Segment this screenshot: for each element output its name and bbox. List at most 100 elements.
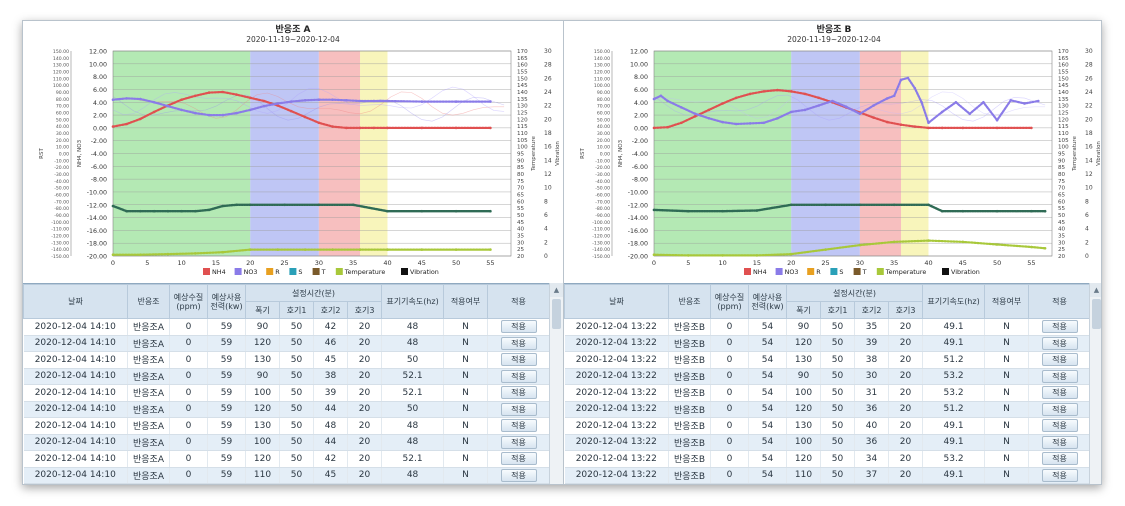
cell-tank: 반응조B bbox=[668, 434, 711, 451]
cell-date: 2020-12-04 13:22 bbox=[564, 434, 669, 451]
cell-date: 2020-12-04 14:10 bbox=[23, 467, 128, 484]
cell-anox2: 48 bbox=[313, 417, 348, 435]
apply-button[interactable]: 적용 bbox=[1041, 369, 1078, 383]
data-point-vibration bbox=[454, 209, 458, 213]
apply-button[interactable]: 적용 bbox=[1041, 419, 1078, 433]
table-row[interactable]: 2020-12-04 14:10 반응조A 0 59 120 50 46 20 48 N 적용 bbox=[23, 335, 551, 352]
table-row[interactable]: 2020-12-04 13:22 반응조B 0 54 90 50 30 20 53.2 N 적용 bbox=[564, 368, 1092, 385]
cell-anox3: 20 bbox=[888, 335, 924, 352]
cell-anox1: 50 bbox=[279, 384, 314, 402]
apply-button[interactable]: 적용 bbox=[1041, 386, 1078, 400]
table-row[interactable]: 2020-12-04 13:22 반응조B 0 54 110 50 37 20 49.1 N 적용 bbox=[564, 467, 1092, 484]
data-point-temperature bbox=[721, 254, 724, 257]
scroll-thumb[interactable] bbox=[552, 299, 561, 329]
cell-applied: N bbox=[443, 384, 489, 402]
table-row[interactable]: 2020-12-04 14:10 반응조A 0 59 110 50 45 20 48 N 적용 bbox=[23, 467, 551, 484]
table-row[interactable]: 2020-12-04 13:22 반응조B 0 54 120 50 34 20 53.2 N 적용 bbox=[564, 450, 1092, 468]
table-row[interactable]: 2020-12-04 14:10 반응조A 0 59 90 50 38 20 52.1 N 적용 bbox=[23, 368, 551, 385]
tank-a-table-container[interactable]: 날짜 반응조 예상수질 (ppm) 예상사용 전력(kw) 설정시간(분) 표기… bbox=[23, 283, 563, 484]
legend-swatch bbox=[203, 268, 210, 275]
table-row[interactable]: 2020-12-04 13:22 반응조B 0 54 100 50 31 20 53.2 N 적용 bbox=[564, 384, 1092, 402]
scroll-up-icon[interactable]: ▲ bbox=[1090, 283, 1101, 297]
apply-button[interactable]: 적용 bbox=[500, 386, 537, 400]
apply-button[interactable]: 적용 bbox=[500, 402, 537, 416]
cell-date: 2020-12-04 13:22 bbox=[564, 368, 669, 385]
temp-tick-label: 140 bbox=[517, 90, 528, 96]
table-row[interactable]: 2020-12-04 13:22 반응조B 0 54 90 50 35 20 49.1 N 적용 bbox=[564, 318, 1092, 336]
cell-applied: N bbox=[984, 384, 1030, 402]
temp-tick-label: 85 bbox=[517, 165, 525, 171]
rst-tick-label: -10.00 bbox=[54, 158, 69, 164]
apply-button[interactable]: 적용 bbox=[1041, 452, 1078, 466]
table-row[interactable]: 2020-12-04 13:22 반응조B 0 54 130 50 38 20 51.2 N 적용 bbox=[564, 351, 1092, 369]
vib-tick-label: 10 bbox=[544, 185, 552, 192]
temp-tick-label: 85 bbox=[1058, 165, 1066, 171]
vib-tick-label: 28 bbox=[1085, 62, 1093, 69]
vib-tick-label: 12 bbox=[1085, 171, 1093, 178]
table-row[interactable]: 2020-12-04 14:10 반응조A 0 59 120 50 44 20 50 N 적용 bbox=[23, 401, 551, 418]
x-tick-label: 45 bbox=[959, 259, 967, 267]
data-point-no3 bbox=[858, 112, 862, 116]
cell-tank: 반응조A bbox=[127, 335, 170, 352]
table-row[interactable]: 2020-12-04 13:22 반응조B 0 54 130 50 40 20 49.1 N 적용 bbox=[564, 417, 1092, 435]
cell-freq: 51.2 bbox=[922, 401, 986, 418]
table-row[interactable]: 2020-12-04 14:10 반응조A 0 59 100 50 39 20 52.1 N 적용 bbox=[23, 384, 551, 402]
tank-b-table: 날짜 반응조 예상수질 (ppm) 예상사용 전력(kw) 설정시간(분) 표기… bbox=[564, 284, 1092, 484]
apply-button[interactable]: 적용 bbox=[1041, 353, 1078, 367]
apply-button[interactable]: 적용 bbox=[500, 468, 537, 482]
apply-button[interactable]: 적용 bbox=[1041, 320, 1078, 334]
data-point-vibration bbox=[317, 203, 321, 207]
table-row[interactable]: 2020-12-04 14:10 반응조A 0 59 130 50 45 20 50 N 적용 bbox=[23, 351, 551, 369]
data-point-vibration bbox=[386, 209, 389, 213]
x-tick-label: 35 bbox=[349, 259, 357, 267]
apply-button[interactable]: 적용 bbox=[1041, 336, 1078, 350]
table-row[interactable]: 2020-12-04 13:22 반응조B 0 54 100 50 36 20 49.1 N 적용 bbox=[564, 434, 1092, 451]
apply-button[interactable]: 적용 bbox=[500, 452, 537, 466]
rst-tick-label: 80.00 bbox=[597, 97, 610, 103]
cell-date: 2020-12-04 14:10 bbox=[23, 351, 128, 369]
data-point-temperature bbox=[652, 253, 656, 256]
table-row[interactable]: 2020-12-04 14:10 반응조A 0 59 120 50 42 20 52.1 N 적용 bbox=[23, 450, 551, 468]
cell-quality: 0 bbox=[710, 318, 749, 336]
nh4-no3-axis-label: NH4, NO3 bbox=[618, 139, 624, 167]
temp-tick-label: 105 bbox=[1058, 138, 1069, 144]
cell-anox3: 20 bbox=[888, 467, 924, 484]
rst-tick-label: -100.00 bbox=[51, 220, 69, 226]
cell-power: 59 bbox=[207, 384, 246, 402]
table-row[interactable]: 2020-12-04 14:10 반응조A 0 59 90 50 42 20 48 N 적용 bbox=[23, 318, 551, 336]
apply-button[interactable]: 적용 bbox=[1041, 435, 1078, 449]
cell-date: 2020-12-04 13:22 bbox=[564, 351, 669, 369]
table-row[interactable]: 2020-12-04 13:22 반응조B 0 54 120 50 36 20 51.2 N 적용 bbox=[564, 401, 1092, 418]
table-row[interactable]: 2020-12-04 14:10 반응조A 0 59 130 50 48 20 48 N 적용 bbox=[23, 417, 551, 435]
data-point-nh4 bbox=[666, 125, 669, 129]
apply-button[interactable]: 적용 bbox=[500, 320, 537, 334]
col-anox1: 호기1 bbox=[820, 301, 855, 319]
tank-b-scrollbar[interactable]: ▲ bbox=[1089, 283, 1101, 484]
data-point-nh4 bbox=[940, 126, 944, 130]
rst-tick-label: -130.00 bbox=[592, 240, 610, 246]
scroll-thumb[interactable] bbox=[1092, 299, 1101, 329]
cell-applied: N bbox=[984, 450, 1030, 468]
y-tick-label: -2.00 bbox=[91, 138, 107, 145]
apply-button[interactable]: 적용 bbox=[1041, 402, 1078, 416]
apply-button[interactable]: 적용 bbox=[500, 353, 537, 367]
apply-button[interactable]: 적용 bbox=[500, 435, 537, 449]
apply-button[interactable]: 적용 bbox=[1041, 468, 1078, 482]
cell-anox3: 20 bbox=[347, 434, 383, 451]
x-tick-label: 50 bbox=[993, 259, 1001, 267]
table-row[interactable]: 2020-12-04 13:22 반응조B 0 54 120 50 39 20 49.1 N 적용 bbox=[564, 335, 1092, 352]
tank-b-table-container[interactable]: 날짜 반응조 예상수질 (ppm) 예상사용 전력(kw) 설정시간(분) 표기… bbox=[564, 283, 1101, 484]
table-row[interactable]: 2020-12-04 14:10 반응조A 0 59 100 50 44 20 48 N 적용 bbox=[23, 434, 551, 451]
apply-button[interactable]: 적용 bbox=[500, 336, 537, 350]
tank-a-scrollbar[interactable]: ▲ bbox=[549, 283, 563, 484]
cell-tank: 반응조A bbox=[127, 384, 170, 402]
data-point-nh4 bbox=[317, 121, 321, 125]
cell-applied: N bbox=[443, 368, 489, 385]
apply-button[interactable]: 적용 bbox=[500, 419, 537, 433]
rst-tick-label: -120.00 bbox=[51, 234, 69, 240]
apply-button[interactable]: 적용 bbox=[500, 369, 537, 383]
scroll-up-icon[interactable]: ▲ bbox=[550, 283, 563, 297]
temp-tick-label: 145 bbox=[517, 83, 528, 89]
cell-quality: 0 bbox=[710, 401, 749, 418]
data-point-vibration bbox=[1030, 209, 1033, 213]
